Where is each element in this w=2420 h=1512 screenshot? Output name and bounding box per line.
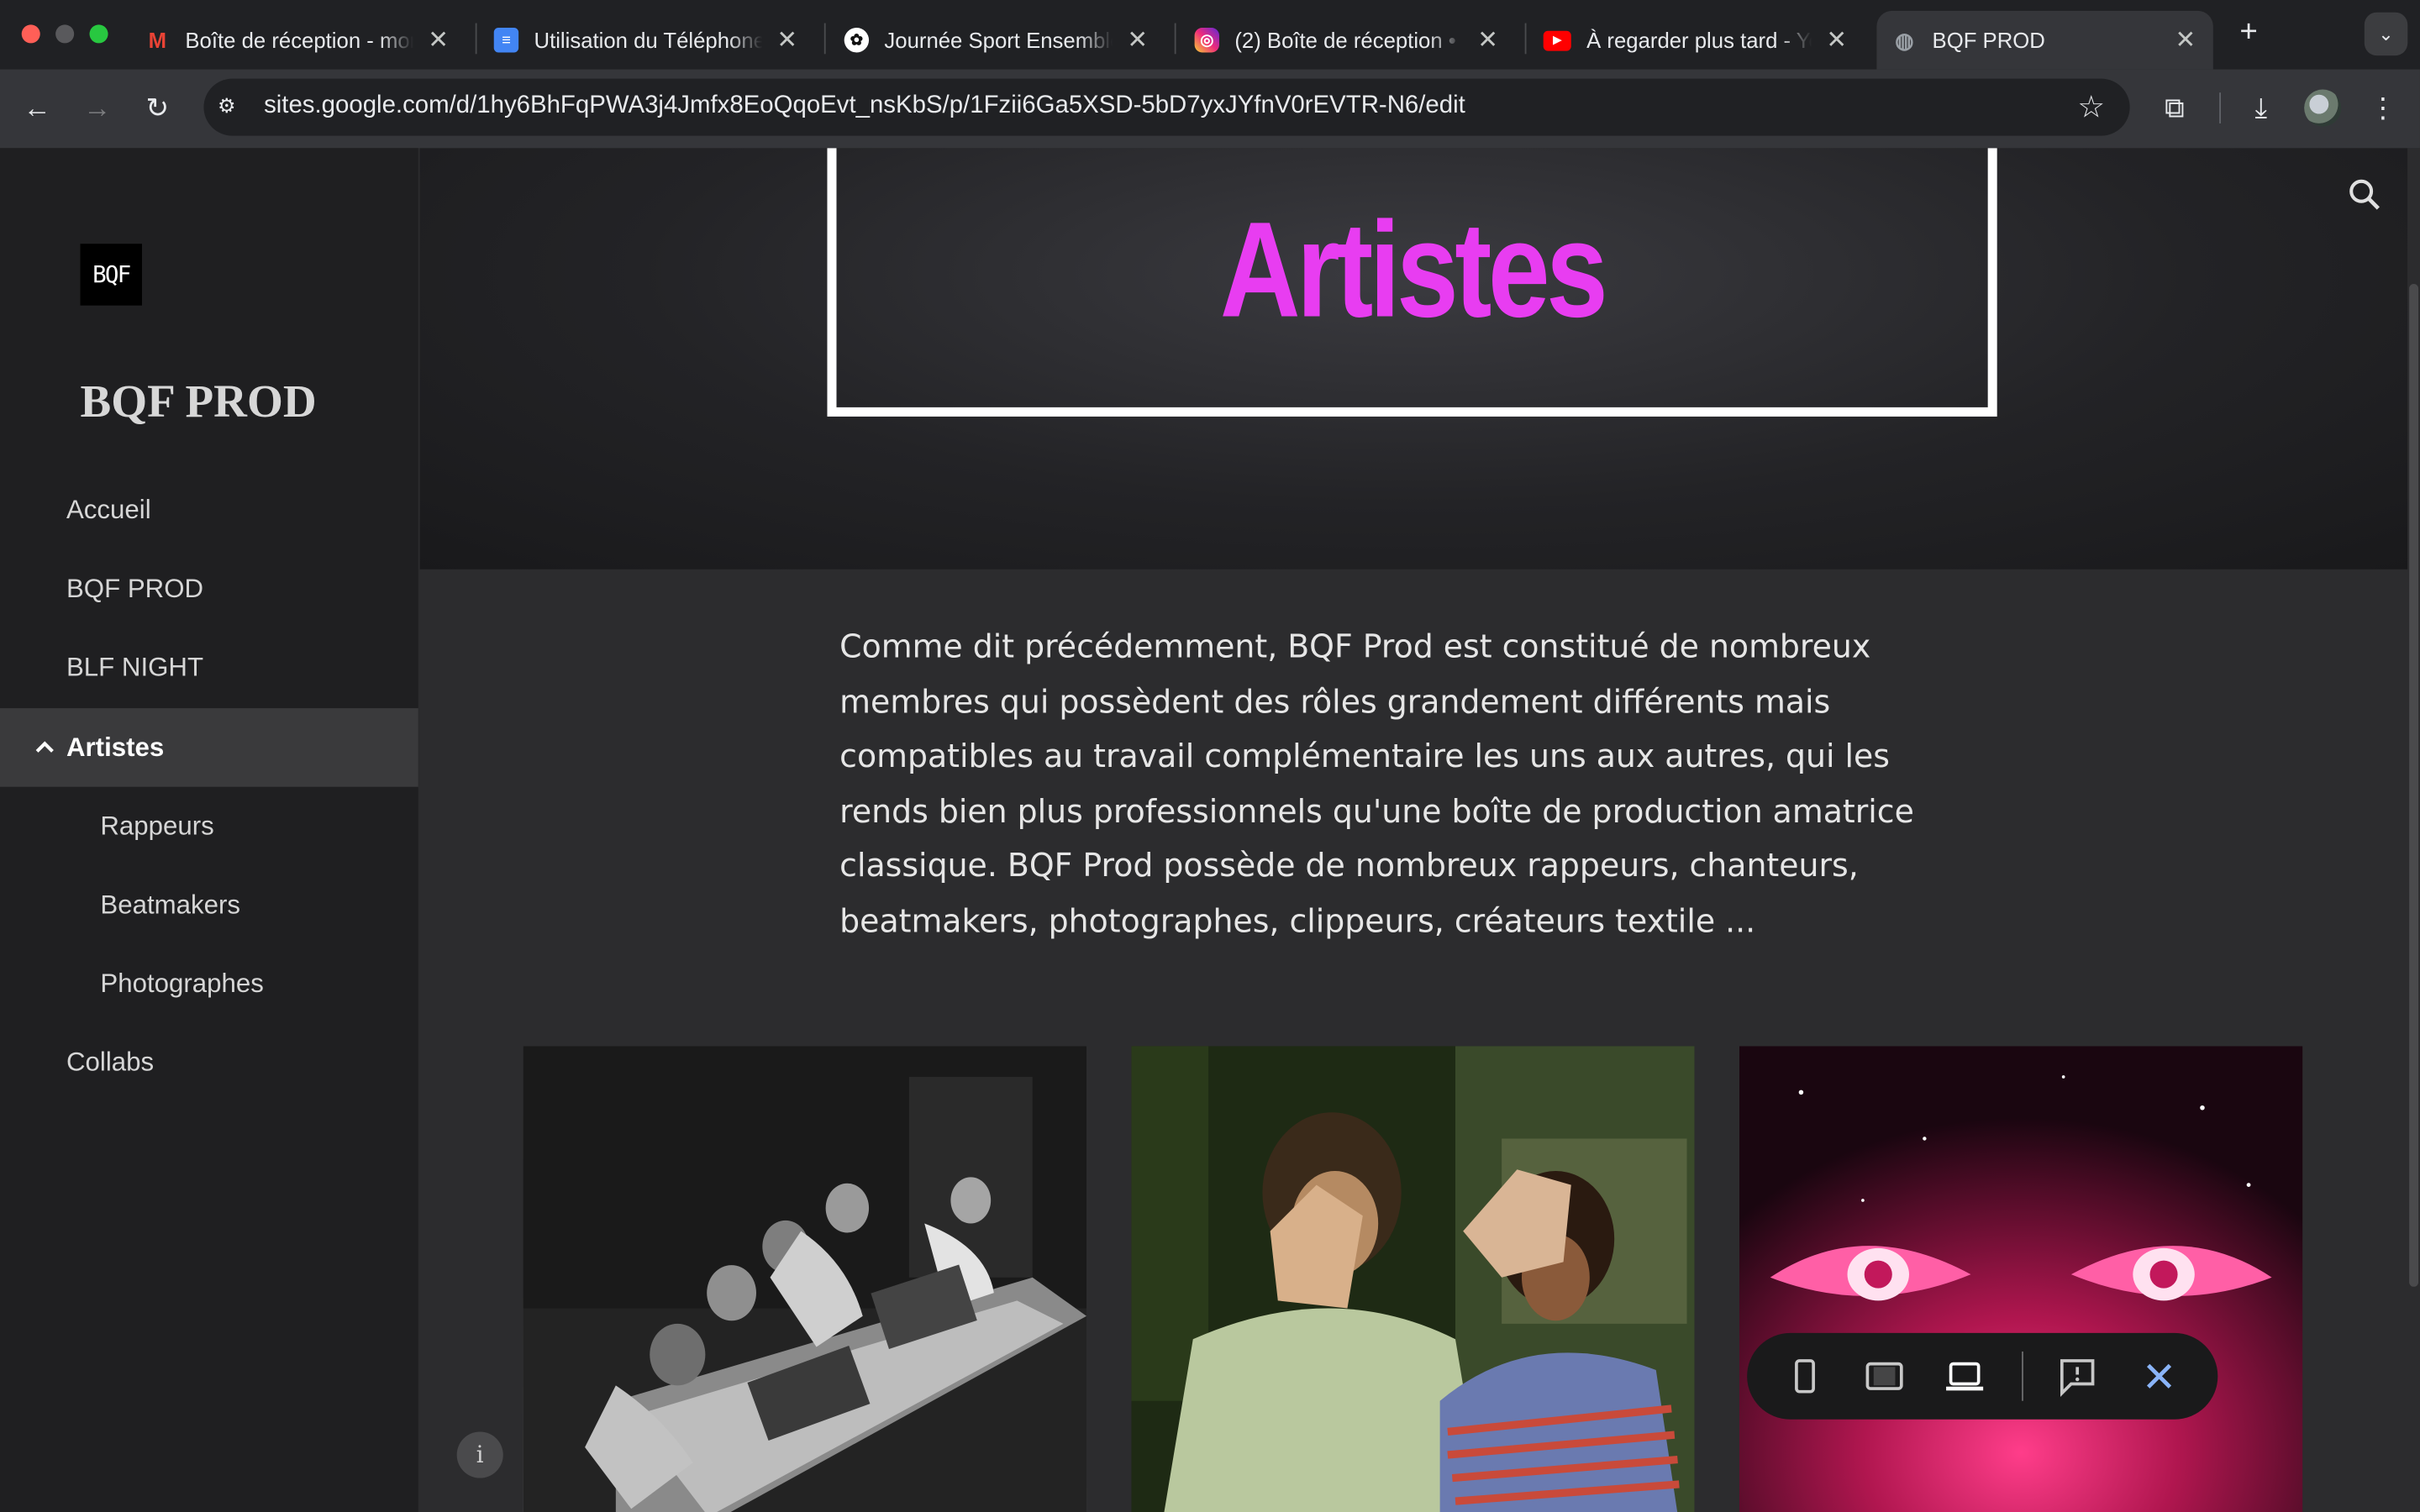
chatgpt-icon: ✿ bbox=[844, 28, 870, 53]
nav-item-photographes[interactable]: Photographes bbox=[0, 944, 418, 1023]
intro-paragraph: Comme dit précédemment, BQF Prod est con… bbox=[839, 627, 1914, 939]
minimize-window-button[interactable] bbox=[55, 24, 75, 44]
gmail-icon: M bbox=[148, 28, 167, 53]
nav-label: BLF NIGHT bbox=[66, 652, 204, 681]
phone-preview-icon[interactable] bbox=[1781, 1353, 1828, 1399]
tab-strip: M Boîte de réception - mor ✕ ≡ Utilisati… bbox=[0, 0, 2420, 70]
globe-icon: ◍ bbox=[1895, 27, 1914, 52]
tab-title: Journée Sport Ensemble bbox=[884, 28, 1113, 53]
scrollbar-thumb[interactable] bbox=[2409, 283, 2419, 1287]
artist-photo-studio[interactable] bbox=[523, 1046, 1087, 1512]
reload-button[interactable]: ↻ bbox=[137, 88, 177, 129]
browser-tab[interactable]: ▶ À regarder plus tard - Yo ✕ bbox=[1528, 11, 1864, 70]
artist-photo-eyes[interactable] bbox=[1739, 1046, 2303, 1512]
maximize-window-button[interactable] bbox=[89, 24, 108, 44]
profile-avatar[interactable] bbox=[2304, 89, 2342, 127]
site-title[interactable]: BQF PROD bbox=[81, 376, 317, 428]
browser-tab[interactable]: ≡ Utilisation du Téléphone ✕ bbox=[478, 11, 814, 70]
site-logo[interactable]: BQF bbox=[80, 244, 142, 306]
nav-label: Accueil bbox=[66, 494, 151, 524]
bookmark-star-icon[interactable]: ☆ bbox=[2077, 88, 2105, 127]
nav-label: Artistes bbox=[66, 732, 165, 762]
close-tab-icon[interactable]: ✕ bbox=[1125, 24, 1150, 55]
info-icon[interactable]: i bbox=[456, 1431, 503, 1478]
tab-title: (2) Boîte de réception • bbox=[1234, 28, 1456, 53]
tab-title: Boîte de réception - mor bbox=[185, 28, 414, 53]
url-text[interactable]: sites.google.com/d/1hy6BhFqPWA3j4Jmfx8Eo… bbox=[264, 92, 1465, 120]
browser-tab[interactable]: ✿ Journée Sport Ensemble ✕ bbox=[829, 11, 1165, 70]
nav-label: Beatmakers bbox=[100, 889, 240, 919]
nav-label: Rappeurs bbox=[100, 811, 214, 841]
nav-item-bqf-prod[interactable]: BQF PROD bbox=[0, 549, 418, 628]
tablet-preview-icon[interactable] bbox=[1861, 1353, 1907, 1399]
site-info-icon[interactable]: ⚙ bbox=[218, 94, 244, 120]
close-tab-icon[interactable]: ✕ bbox=[2173, 24, 2197, 55]
hero-banner: Artistes bbox=[419, 148, 2408, 570]
nav-item-rappeurs[interactable]: Rappeurs bbox=[0, 787, 418, 866]
tab-title: Utilisation du Téléphone bbox=[534, 28, 763, 53]
preview-device-toolbar bbox=[1747, 1332, 2218, 1420]
laptop-preview-icon[interactable] bbox=[1942, 1353, 1988, 1399]
google-docs-icon: ≡ bbox=[493, 28, 519, 53]
artist-photo-duo[interactable] bbox=[1131, 1046, 1695, 1512]
close-tab-icon[interactable]: ✕ bbox=[426, 24, 450, 55]
nav-item-accueil[interactable]: Accueil bbox=[0, 470, 418, 549]
instagram-icon: ◎ bbox=[1194, 28, 1219, 53]
nav-item-blf-night[interactable]: BLF NIGHT bbox=[0, 628, 418, 707]
page-content: Artistes Comme dit précédemment, BQF Pro… bbox=[419, 148, 2408, 1512]
chevron-up-icon[interactable] bbox=[34, 737, 55, 759]
download-icon[interactable]: ⤓ bbox=[2241, 88, 2281, 129]
nav-label: Photographes bbox=[100, 968, 264, 998]
back-button[interactable]: ← bbox=[17, 88, 57, 129]
nav-item-collabs[interactable]: Collabs bbox=[0, 1023, 418, 1102]
close-tab-icon[interactable]: ✕ bbox=[775, 24, 799, 55]
menu-kebab-icon[interactable]: ⋮ bbox=[2363, 88, 2403, 129]
browser-tab[interactable]: ◎ (2) Boîte de réception • ✕ bbox=[1179, 11, 1515, 70]
search-icon[interactable] bbox=[2346, 176, 2383, 213]
close-icon[interactable] bbox=[2136, 1353, 2182, 1399]
forward-button[interactable]: → bbox=[77, 88, 118, 129]
nav-item-beatmakers[interactable]: Beatmakers bbox=[0, 865, 418, 944]
close-window-button[interactable] bbox=[21, 24, 40, 44]
tab-search-button[interactable]: ⌄ bbox=[2364, 12, 2408, 56]
address-bar[interactable]: ⚙ sites.google.com/d/1hy6BhFqPWA3j4Jmfx8… bbox=[203, 78, 2130, 136]
site-sidebar: BQF BQF PROD Accueil BQF PROD BLF NIGHT … bbox=[0, 148, 418, 1512]
browser-toolbar: ← → ↻ ⚙ sites.google.com/d/1hy6BhFqPWA3j… bbox=[0, 69, 2420, 149]
tab-title: À regarder plus tard - Yo bbox=[1586, 28, 1812, 53]
tab-title: BQF PROD bbox=[1932, 28, 2045, 53]
nav-label: Collabs bbox=[66, 1047, 155, 1077]
page-title: Artistes bbox=[1219, 192, 1608, 346]
nav-item-artistes[interactable]: Artistes bbox=[0, 708, 418, 787]
close-tab-icon[interactable]: ✕ bbox=[1824, 24, 1849, 55]
nav-label: BQF PROD bbox=[66, 573, 204, 603]
new-tab-button[interactable]: + bbox=[2232, 15, 2265, 49]
browser-tab[interactable]: M Boîte de réception - mor ✕ bbox=[129, 11, 466, 70]
close-tab-icon[interactable]: ✕ bbox=[1476, 24, 1500, 55]
browser-tab-active[interactable]: ◍ BQF PROD ✕ bbox=[1876, 10, 2213, 70]
extensions-icon[interactable]: ⧉ bbox=[2154, 88, 2195, 129]
feedback-icon[interactable] bbox=[2054, 1353, 2101, 1399]
youtube-icon: ▶ bbox=[1543, 29, 1571, 50]
